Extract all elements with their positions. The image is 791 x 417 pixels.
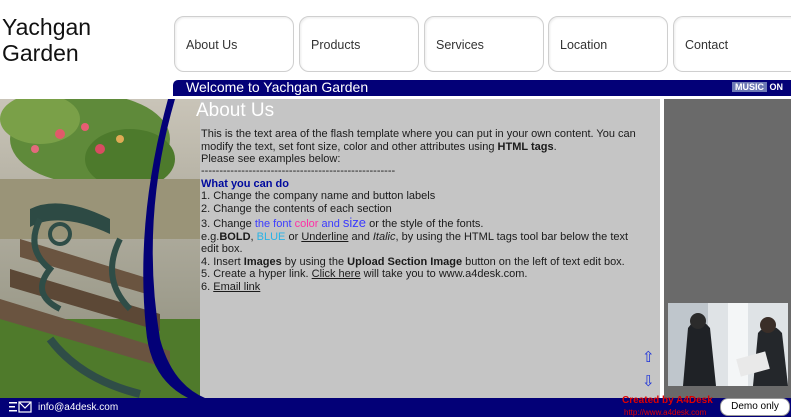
item3-and: and [321,218,340,230]
underline-sample: Underline [301,230,349,243]
item4-text-end: button on the left of text edit box. [462,255,625,268]
item5-text: 5. Create a hyper link. [201,268,312,280]
company-name-line2: Garden [2,40,79,66]
item5-text-end: will take you to www.a4desk.com. [360,268,528,280]
demo-only-badge: Demo only [720,398,790,416]
list-item-4: 4. Insert Images by using the Upload Sec… [201,256,646,269]
section-heading: What you can do [201,177,289,190]
footer-email-link[interactable]: info@a4desk.com [38,402,118,413]
scroll-up-icon[interactable]: ⇧ [642,348,655,366]
item3-text: 3. Change [201,218,255,230]
item3-text-end: or the style of the fonts. [366,218,484,230]
intro-bold-text: HTML tags [497,140,554,153]
nav-label: Location [560,38,608,52]
divider: ----------------------------------------… [201,164,396,177]
or-text: or [285,230,302,243]
list-item-2: 2. Change the contents of each section [201,202,392,215]
item4-upload: Upload Section Image [347,255,463,268]
item3-color-sample: color [294,218,319,230]
created-by-label: Created by A4Desk [622,395,713,406]
music-toggle[interactable]: MUSIC ON [732,82,788,93]
nav-label: Products [311,38,361,52]
item4-text-mid: by using the [281,255,348,268]
created-by-url[interactable]: http://www.a4desk.com [624,408,706,417]
item4-text: 4. Insert [201,255,244,268]
blue-sample: BLUE [256,230,286,243]
item6-text: 6. [201,280,214,293]
page-title: About Us [196,100,275,121]
intro-line: Please see examples below: [201,153,341,165]
click-here-link[interactable]: Click here [312,268,361,280]
email-link[interactable]: Email link [213,281,260,293]
nav-label: Services [436,38,484,52]
content-body: This is the text area of the flash templ… [201,128,646,293]
nav-label: About Us [186,38,238,52]
navy-curve-decoration [143,99,205,398]
envelope-icon [9,401,32,413]
nav-about-us[interactable]: About Us [174,16,294,72]
nav-label: Contact [685,38,729,52]
nav-location[interactable]: Location [548,16,668,72]
company-name: Yachgan Garden [2,14,162,66]
intro-text-end: . [553,140,557,153]
eg-label: e.g. [201,230,220,243]
item3-size-sample: size [342,215,367,230]
nav-contact[interactable]: Contact [673,16,791,72]
list-item-1: 1. Change the company name and button la… [201,190,436,202]
list-item-6: 6. Email link [201,281,646,294]
list-item-5: 5. Create a hyper link. Click here will … [201,268,646,281]
business-people-photo [668,303,788,386]
nav-services[interactable]: Services [424,16,544,72]
welcome-text: Welcome to Yachgan Garden [186,79,369,95]
intro-text: This is the text area of the flash templ… [201,128,636,153]
intro-paragraph: This is the text area of the flash templ… [201,128,646,153]
item3-font-sample: the font [254,218,292,230]
scroll-down-icon[interactable]: ⇩ [642,372,655,390]
italic-sample: Italic [372,230,396,243]
music-state: ON [769,82,784,92]
list-item-3-example: e.g.BOLD, BLUE or Underline and Italic, … [201,230,629,256]
bold-sample: BOLD [219,230,251,243]
music-label: MUSIC [732,82,767,92]
item4-images: Images [243,255,282,268]
nav-products[interactable]: Products [299,16,419,72]
company-name-line1: Yachgan [2,14,92,40]
list-item-3: 3. Change the font color and size or the… [201,215,646,231]
and-text: and [348,230,373,243]
